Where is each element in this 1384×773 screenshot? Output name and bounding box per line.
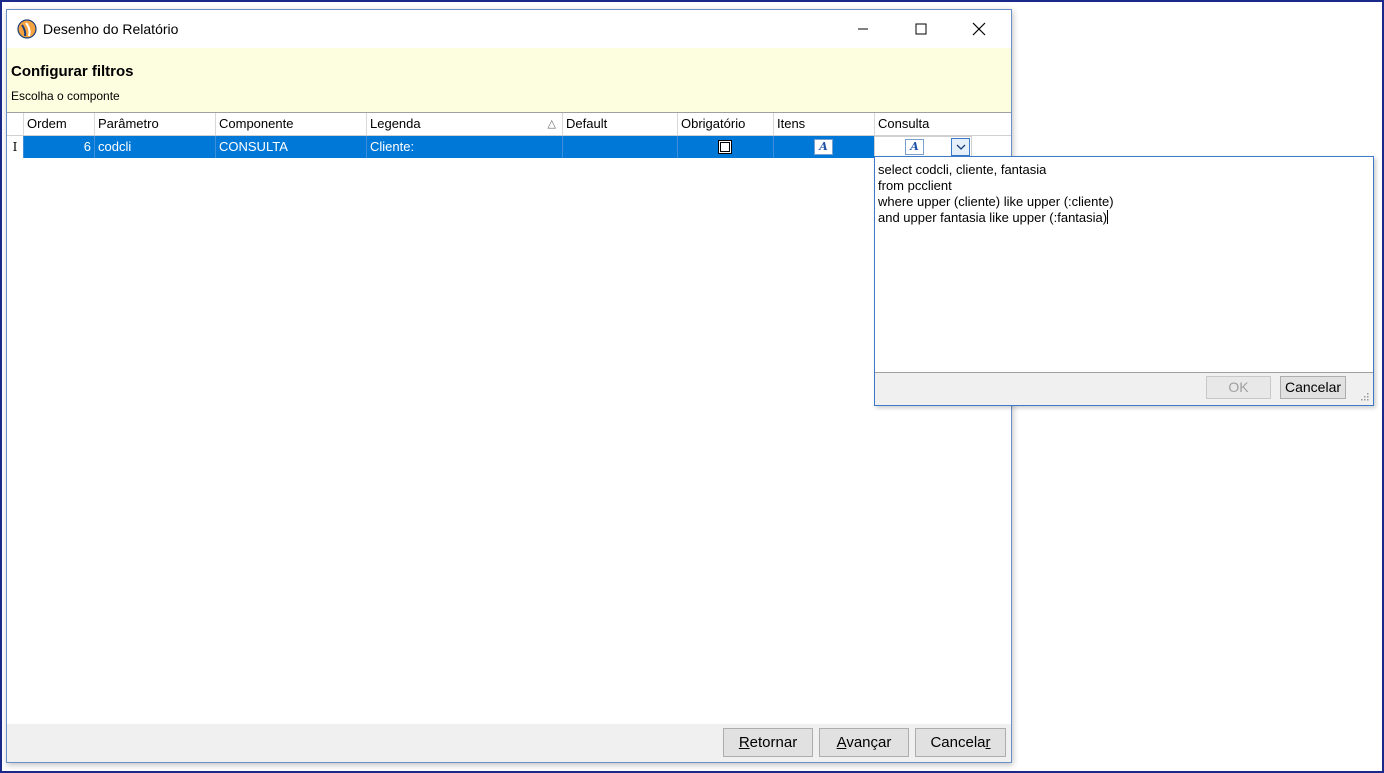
cancel-button[interactable]: Cancelar: [1280, 376, 1346, 399]
sql-line-last: and upper fantasia like upper (:fantasia…: [878, 210, 1370, 226]
cell-parametro[interactable]: codcli: [94, 136, 215, 158]
maximize-icon: [915, 23, 927, 35]
row-edit-indicator: I: [12, 140, 18, 154]
column-header-parametro[interactable]: Parâmetro: [94, 113, 215, 135]
avancar-button[interactable]: Avançar: [819, 728, 909, 757]
column-header-componente[interactable]: Componente: [215, 113, 366, 135]
page-title: Configurar filtros: [11, 63, 134, 80]
obrigatorio-checkbox[interactable]: [718, 140, 732, 154]
popup-footer: OK Cancelar: [875, 373, 1373, 405]
ok-button[interactable]: OK: [1206, 376, 1271, 399]
text-editor-icon[interactable]: A: [814, 139, 833, 155]
window-title: Desenho do Relatório: [43, 21, 179, 37]
avancar-label-post: vançar: [846, 734, 892, 751]
sql-line: select codcli, cliente, fantasia: [878, 162, 1047, 177]
minimize-button[interactable]: [840, 10, 886, 48]
sql-line: from pcclient: [878, 178, 952, 193]
column-header-obrigatorio[interactable]: Obrigatório: [677, 113, 773, 135]
maximize-button[interactable]: [898, 10, 944, 48]
wizard-footer: Retornar Avançar Cancelar: [7, 724, 1011, 762]
column-header-default[interactable]: Default: [562, 113, 677, 135]
avancar-accel: A: [836, 734, 847, 751]
chevron-down-icon: [956, 144, 965, 150]
close-icon: [972, 22, 986, 36]
filters-grid[interactable]: Ordem Parâmetro Componente Legenda △ Def…: [7, 112, 1011, 725]
sql-line: where upper (cliente) like upper (:clien…: [878, 194, 1114, 209]
retornar-button[interactable]: Retornar: [723, 728, 813, 757]
page-subtitle: Escolha o componte: [11, 89, 120, 103]
text-editor-icon[interactable]: A: [905, 139, 924, 155]
cell-ordem[interactable]: 6: [23, 136, 94, 158]
cell-consulta[interactable]: A: [874, 136, 972, 158]
close-button[interactable]: [956, 10, 1002, 48]
cell-componente[interactable]: CONSULTA: [215, 136, 366, 158]
minimize-icon: [858, 28, 868, 30]
consulta-dropdown-button[interactable]: [951, 138, 970, 156]
app-logo-icon: [17, 19, 37, 39]
grid-header: Ordem Parâmetro Componente Legenda △ Def…: [7, 113, 1011, 136]
cancelar-button[interactable]: Cancelar: [915, 728, 1006, 757]
resize-grip-icon[interactable]: [1359, 391, 1369, 401]
text-caret: [1107, 210, 1109, 224]
wizard-header: Configurar filtros Escolha o componte: [7, 48, 1011, 112]
column-header-ordem[interactable]: Ordem: [23, 113, 94, 135]
cancelar-label-pre: Cancela: [930, 734, 986, 751]
consulta-sql-popup: select codcli, cliente, fantasia from pc…: [874, 156, 1374, 406]
cell-legenda[interactable]: Cliente:: [366, 136, 562, 158]
title-bar[interactable]: Desenho do Relatório: [7, 10, 1011, 48]
cancelar-accel: r: [985, 734, 991, 751]
retornar-label-post: etornar: [749, 734, 798, 751]
cell-obrigatorio[interactable]: [677, 136, 773, 158]
sql-line-text: and upper fantasia like upper (:fantasia…: [878, 210, 1108, 225]
report-design-window: Desenho do Relatório Configurar filtros …: [6, 9, 1012, 763]
table-row[interactable]: I 6 codcli CONSULTA Cliente: A A: [7, 136, 1011, 158]
column-header-consulta[interactable]: Consulta: [874, 113, 1010, 135]
cell-default[interactable]: [562, 136, 677, 158]
column-header-legenda-label: Legenda: [370, 116, 421, 131]
cell-itens[interactable]: A: [773, 136, 874, 158]
sql-query-editor[interactable]: select codcli, cliente, fantasia from pc…: [875, 157, 1373, 373]
column-header-legenda[interactable]: Legenda △: [366, 113, 562, 135]
retornar-accel: R: [738, 734, 750, 751]
column-header-itens[interactable]: Itens: [773, 113, 874, 135]
sort-ascending-icon: △: [547, 118, 556, 130]
